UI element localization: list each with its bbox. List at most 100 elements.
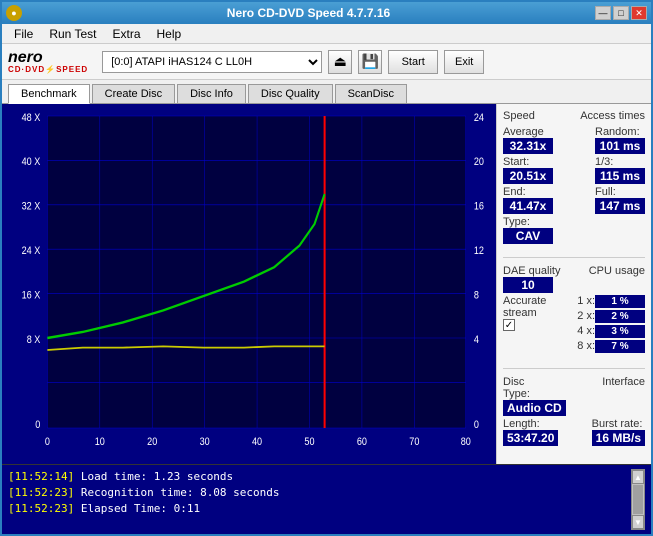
log-timestamp-0: [11:52:14] xyxy=(8,470,74,483)
average-row: Average 32.31x Random: 101 ms xyxy=(503,126,645,154)
save-icon[interactable]: 💾 xyxy=(358,50,382,74)
log-timestamp-1: [11:52:23] xyxy=(8,486,74,499)
cpu-2x-label: 2 x: xyxy=(577,310,595,322)
menu-bar: File Run Test Extra Help xyxy=(2,24,651,44)
dae-label: DAE quality xyxy=(503,265,560,277)
svg-text:30: 30 xyxy=(200,436,211,448)
dae-section: DAE quality 10 xyxy=(503,265,560,293)
type-label: Type: xyxy=(503,216,553,228)
disc-type-value: Audio CD xyxy=(503,400,566,416)
access-times-label: Access times xyxy=(580,110,645,122)
speed-header-row: Speed Access times xyxy=(503,110,645,124)
app-logo-icon: ● xyxy=(6,5,22,21)
end-value: 41.47x xyxy=(503,198,553,214)
full-section: Full: 147 ms xyxy=(595,186,645,214)
svg-text:16 X: 16 X xyxy=(22,290,41,302)
drive-select[interactable]: [0:0] ATAPI iHAS124 C LL0H xyxy=(102,51,322,73)
type-value: CAV xyxy=(503,228,553,244)
svg-text:12: 12 xyxy=(474,245,485,257)
svg-text:32 X: 32 X xyxy=(22,201,41,213)
type-header: Type: xyxy=(503,388,566,400)
log-timestamp-2: [11:52:23] xyxy=(8,502,74,515)
cpu-1x-label: 1 x: xyxy=(577,295,595,307)
svg-text:8: 8 xyxy=(474,290,479,302)
eject-icon[interactable]: ⏏ xyxy=(328,50,352,74)
log-scrollbar[interactable]: ▲ ▼ xyxy=(631,469,645,530)
minimize-button[interactable]: — xyxy=(595,6,611,20)
log-line-2: [11:52:23] Elapsed Time: 0:11 xyxy=(8,501,627,517)
menu-run-test[interactable]: Run Test xyxy=(41,25,104,43)
accurate-checkbox[interactable]: ✓ xyxy=(503,319,515,331)
tab-disc-quality[interactable]: Disc Quality xyxy=(248,84,333,103)
length-value: 53:47.20 xyxy=(503,430,558,446)
log-content: [11:52:14] Load time: 1.23 seconds [11:5… xyxy=(8,469,627,530)
close-button[interactable]: ✕ xyxy=(631,6,647,20)
tab-create-disc[interactable]: Create Disc xyxy=(92,84,175,103)
cpu-header: CPU usage xyxy=(589,265,645,277)
svg-text:50: 50 xyxy=(304,436,315,448)
svg-text:0: 0 xyxy=(474,419,479,431)
menu-help[interactable]: Help xyxy=(149,25,190,43)
window-controls: — □ ✕ xyxy=(595,6,647,20)
cpu-2x-row: 2 x: 2 % xyxy=(577,310,645,323)
speed-label: Speed xyxy=(503,110,535,122)
window-title: Nero CD-DVD Speed 4.7.7.16 xyxy=(22,6,595,20)
cpu-8x-value: 7 % xyxy=(595,340,645,353)
cpu-section: DAE quality 10 CPU usage Accurate stream xyxy=(503,265,645,357)
length-section: Length: 53:47.20 xyxy=(503,418,558,446)
chart-area: 48 X 40 X 32 X 24 X 16 X 8 X 0 24 20 16 … xyxy=(2,104,496,464)
scrollbar-up-button[interactable]: ▲ xyxy=(632,470,644,484)
burst-section: Burst rate: 16 MB/s xyxy=(592,418,645,446)
random-section: Random: 101 ms xyxy=(595,126,645,154)
full-label: Full: xyxy=(595,186,645,198)
svg-text:20: 20 xyxy=(474,157,485,169)
cpu-label: CPU usage xyxy=(589,265,645,277)
cpu-4x-label: 4 x: xyxy=(577,325,595,337)
cpu-8x-label: 8 x: xyxy=(577,340,595,352)
cpu-1x-row: 1 x: 1 % xyxy=(577,295,645,308)
interface-section: Interface xyxy=(602,376,645,388)
tab-scandisc[interactable]: ScanDisc xyxy=(335,84,407,103)
speed-section: Speed Access times Average 32.31x Random… xyxy=(503,110,645,246)
tab-benchmark[interactable]: Benchmark xyxy=(8,84,90,104)
exit-button[interactable]: Exit xyxy=(444,50,484,74)
svg-text:40: 40 xyxy=(252,436,263,448)
cpu-4x-row: 4 x: 3 % xyxy=(577,325,645,338)
main-area: 48 X 40 X 32 X 24 X 16 X 8 X 0 24 20 16 … xyxy=(2,104,651,464)
dae-value: 10 xyxy=(503,277,553,293)
cpu-8x-row: 8 x: 7 % xyxy=(577,340,645,353)
type-row: Type: CAV xyxy=(503,216,645,244)
stream-label: stream xyxy=(503,307,546,319)
accurate-checkbox-row: ✓ xyxy=(503,319,546,331)
start-button[interactable]: Start xyxy=(388,50,438,74)
svg-text:80: 80 xyxy=(461,436,472,448)
svg-text:40 X: 40 X xyxy=(22,157,41,169)
random-value: 101 ms xyxy=(595,138,645,154)
log-line-1: [11:52:23] Recognition time: 8.08 second… xyxy=(8,485,627,501)
start-section: Start: 20.51x xyxy=(503,156,553,184)
average-value: 32.31x xyxy=(503,138,553,154)
content-wrapper: Benchmark Create Disc Disc Info Disc Qua… xyxy=(2,80,651,534)
cpu-4x-value: 3 % xyxy=(595,325,645,338)
log-message-1: Recognition time: 8.08 seconds xyxy=(81,486,280,499)
right-panel: Speed Access times Average 32.31x Random… xyxy=(496,104,651,464)
svg-text:48 X: 48 X xyxy=(22,112,41,124)
tab-disc-info[interactable]: Disc Info xyxy=(177,84,246,103)
cpu-2x-value: 2 % xyxy=(595,310,645,323)
end-label: End: xyxy=(503,186,553,198)
app-window: ● Nero CD-DVD Speed 4.7.7.16 — □ ✕ File … xyxy=(0,0,653,536)
divider-1 xyxy=(503,257,645,258)
menu-extra[interactable]: Extra xyxy=(104,25,148,43)
scrollbar-thumb[interactable] xyxy=(633,485,643,514)
cpu-1x-value: 1 % xyxy=(595,295,645,308)
svg-text:24: 24 xyxy=(474,112,485,124)
accurate-label: Accurate xyxy=(503,295,546,307)
menu-file[interactable]: File xyxy=(6,25,41,43)
svg-text:60: 60 xyxy=(357,436,368,448)
full-value: 147 ms xyxy=(595,198,645,214)
random-label: Random: xyxy=(595,126,645,138)
scrollbar-down-button[interactable]: ▼ xyxy=(632,515,644,529)
svg-text:0: 0 xyxy=(45,436,50,448)
maximize-button[interactable]: □ xyxy=(613,6,629,20)
disc-header: Disc xyxy=(503,376,566,388)
